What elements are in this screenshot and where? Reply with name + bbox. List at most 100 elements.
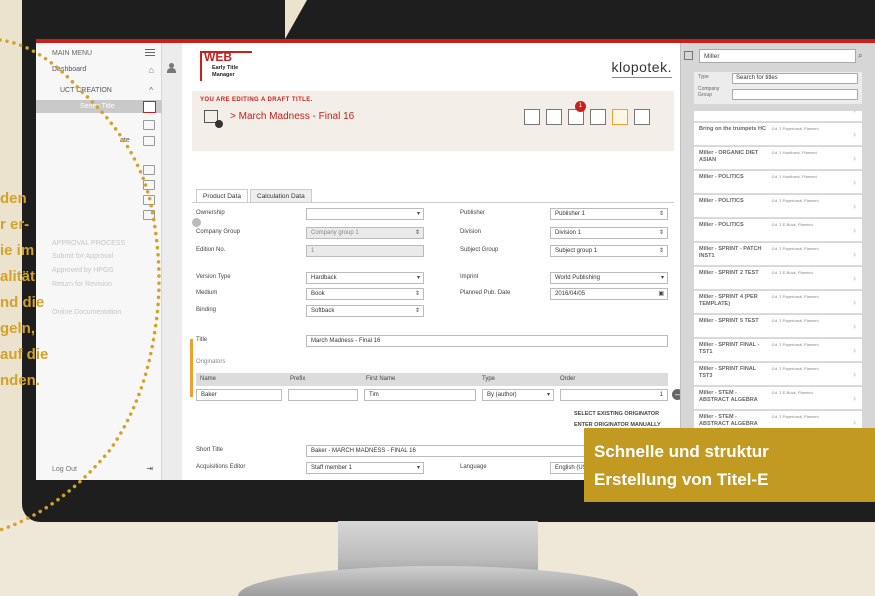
result-item[interactable]: Miller - STEM - ABSTRACT ALGEBRA ..Ed. 1 …: [694, 387, 862, 410]
company-group-select[interactable]: Company group 1 ⇕: [306, 227, 424, 239]
left-text-1: den: [0, 190, 27, 207]
division-select[interactable]: Division 1 ⇕: [550, 227, 668, 239]
result-title: Miller - SPRINT 2 TEST: [699, 270, 759, 276]
orig-name-field[interactable]: Baker: [196, 389, 282, 401]
result-item[interactable]: Miller - SPRINT - PATCH INST1 ..Ed. 1 Pap…: [694, 243, 862, 266]
menu-item-approved[interactable]: Approved by HPGG: [52, 267, 114, 274]
chevron-right-icon[interactable]: ›: [853, 369, 856, 379]
search-input[interactable]: Miller: [699, 49, 856, 63]
orig-order-field[interactable]: 1: [560, 389, 668, 401]
acq-editor-select[interactable]: Staff member 1 ▾: [306, 462, 424, 474]
menu-icon-a[interactable]: [143, 165, 155, 175]
orig-first-name-field[interactable]: Tim: [364, 389, 476, 401]
chevron-up-icon[interactable]: ^: [149, 86, 153, 95]
save-icon[interactable]: [546, 109, 562, 125]
chevron-right-icon[interactable]: ›: [853, 153, 856, 163]
brand-name: klopotek.: [611, 59, 672, 75]
panel-toggle-icon[interactable]: [684, 51, 693, 60]
logo-web: WEB: [204, 50, 232, 64]
tab-product-data[interactable]: Product Data: [196, 189, 248, 203]
chevron-right-icon[interactable]: ›: [853, 321, 856, 331]
left-text-5: nd die: [0, 294, 45, 311]
edit-icon[interactable]: [612, 109, 628, 125]
ownership-select[interactable]: ▾: [306, 208, 424, 220]
new-title-icon-2[interactable]: [143, 120, 155, 130]
home-icon[interactable]: ⌂: [149, 65, 154, 75]
result-item[interactable]: Miller - SPRINT FINAL TST3 ..Ed. 1 Paperb…: [694, 363, 862, 386]
result-title: Miller - SPRINT 4 (PER TEMPLATE): [699, 294, 758, 307]
menu-item-submit[interactable]: Submit for Approval: [52, 253, 113, 260]
chevron-right-icon[interactable]: ›: [853, 273, 856, 283]
result-item[interactable]: Miller - SPRINT 5 TEST ..Ed. 1 Paperback,…: [694, 315, 862, 338]
imprint-select[interactable]: World Publishing ▾: [550, 272, 668, 284]
result-item[interactable]: Miller - ORGANIC DIET ASIAN ..Ed. 1 Hardb…: [694, 147, 862, 170]
tab-calculation-data[interactable]: Calculation Data: [250, 189, 312, 203]
delete-icon[interactable]: [634, 109, 650, 125]
user-column: [162, 43, 182, 480]
result-meta: ..Ed. 1 Hardback, Planned: [770, 174, 817, 179]
chevron-right-icon[interactable]: ›: [853, 393, 856, 403]
select-existing-originator[interactable]: SELECT EXISTING ORIGINATOR: [574, 411, 659, 417]
chevron-right-icon[interactable]: ›: [853, 417, 856, 427]
company-group-filter[interactable]: [732, 89, 858, 100]
search-icon[interactable]: ⌕: [858, 51, 862, 61]
division-label: Division: [460, 229, 482, 235]
binding-select[interactable]: Softback ⇕: [306, 305, 424, 317]
menu-icon-c[interactable]: [143, 195, 155, 205]
result-item[interactable]: Miller - POLITICS ..Ed. 1 E-Book, Planned…: [694, 219, 862, 242]
result-item[interactable]: Miller - POLITICS ..Ed. 1 Hardback, Plann…: [694, 171, 862, 194]
version-type-select[interactable]: Hardback ▾: [306, 272, 424, 284]
publisher-select[interactable]: Publisher 1 ⇕: [550, 208, 668, 220]
title-field[interactable]: March Madness - Final 16: [306, 335, 668, 347]
result-item[interactable]: EDS EMK›: [694, 111, 862, 122]
promo-box: Schnelle und struktur Erstellung von Tit…: [584, 428, 875, 502]
left-text-3: ie im: [0, 242, 35, 259]
orig-type-select[interactable]: By (author) ▾: [482, 389, 554, 401]
result-item[interactable]: Miller - SPRINT FINAL - TST1 ..Ed. 1 Pape…: [694, 339, 862, 362]
logout-icon[interactable]: ⇥: [146, 464, 153, 473]
result-title: Miller - SPRINT 5 TEST: [699, 318, 759, 324]
promo-line1: Schnelle und struktur: [594, 442, 769, 461]
chevron-right-icon[interactable]: ›: [853, 129, 856, 139]
chevron-right-icon[interactable]: ›: [853, 345, 856, 355]
menu-section-product-creation[interactable]: UCT CREATION: [60, 87, 112, 94]
draft-bar: YOU ARE EDITING A DRAFT TITLE. > March M…: [192, 91, 674, 151]
short-title-label: Short Title: [196, 447, 224, 453]
subject-group-select[interactable]: Subject group 1 ⇕: [550, 245, 668, 257]
menu-item-return[interactable]: Return for Revision: [52, 281, 112, 288]
result-item[interactable]: Bring on the trumpets HC ..Ed. 1 Paperbac…: [694, 123, 862, 146]
acq-editor-label: Acquisitions Editor: [196, 464, 246, 470]
chevron-right-icon[interactable]: ›: [853, 177, 856, 187]
orig-prefix-field[interactable]: [288, 389, 358, 401]
medium-select[interactable]: Book ⇕: [306, 288, 424, 300]
attach-icon[interactable]: [590, 109, 606, 125]
result-item[interactable]: Miller - POLITICS ..Ed. 1 Paperback, Plan…: [694, 195, 862, 218]
menu-item-series-title[interactable]: Series Title: [80, 103, 115, 110]
user-icon[interactable]: [167, 63, 176, 73]
result-item[interactable]: Miller - SPRINT 4 (PER TEMPLATE) ..Ed. 1 …: [694, 291, 862, 314]
edition-label: Edition No.: [196, 247, 226, 253]
chevron-right-icon[interactable]: ›: [853, 111, 856, 115]
hamburger-icon-mid: [145, 52, 155, 53]
undo-icon[interactable]: [524, 109, 540, 125]
menu-item-logout[interactable]: Log Out: [52, 466, 77, 473]
template-icon[interactable]: [143, 136, 155, 146]
pubdate-field[interactable]: 2016/04/05 ▣: [550, 288, 668, 300]
monitor-top-slant: [285, 0, 307, 39]
menu-icon-d[interactable]: [143, 210, 155, 220]
menu-item-docs[interactable]: Online Documentation: [52, 309, 121, 316]
type-select[interactable]: Search for titles: [732, 73, 858, 84]
chevron-right-icon[interactable]: ›: [853, 297, 856, 307]
new-title-icon[interactable]: [143, 101, 156, 113]
edition-field[interactable]: 1: [306, 245, 424, 257]
menu-icon-b[interactable]: [143, 180, 155, 190]
monitor-screen: MAIN MENU Dashboard ⌂ UCT CREATION ^ Ser…: [36, 39, 875, 480]
result-item[interactable]: Miller - SPRINT 2 TEST ..Ed. 1 E-Book, Pl…: [694, 267, 862, 290]
chevron-right-icon[interactable]: ›: [853, 225, 856, 235]
chevron-right-icon[interactable]: ›: [853, 249, 856, 259]
left-text-4: alität: [0, 268, 36, 285]
col-first-name: First Name: [366, 376, 396, 382]
menu-item-dashboard[interactable]: Dashboard: [52, 66, 86, 73]
chevron-right-icon[interactable]: ›: [853, 201, 856, 211]
menu-item-template[interactable]: ate: [120, 137, 130, 144]
